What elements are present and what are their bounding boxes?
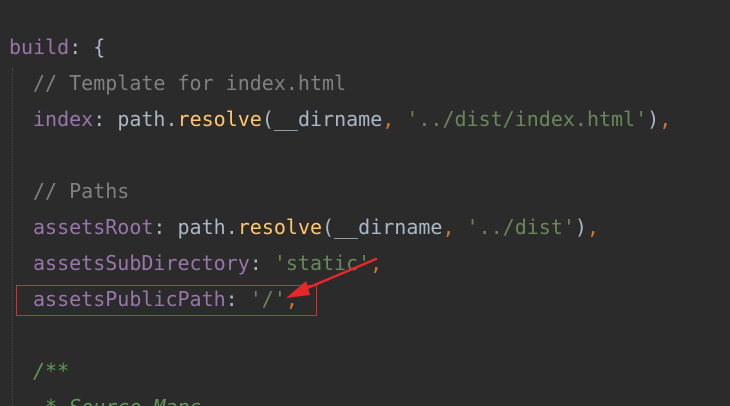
- token-build-key: build: [9, 35, 70, 59]
- token-index-key: index: [33, 107, 94, 131]
- token-close-paren: ): [574, 215, 587, 239]
- token-dot: .: [165, 107, 178, 131]
- token-comment: // Paths: [33, 179, 130, 203]
- token-index-string: '../dist/index.html': [406, 107, 648, 131]
- code-line-doc-source-maps: * Source Maps: [33, 390, 202, 406]
- token-trailing-comma: ,: [659, 107, 672, 131]
- token-doc-comment: * Source Maps: [33, 395, 202, 406]
- token-path: path: [177, 215, 226, 239]
- token-colon: :: [93, 107, 118, 131]
- red-arrow-annotation: [286, 257, 378, 298]
- code-line-comment-template: // Template for index.html: [33, 66, 346, 100]
- token-colon-brace: : {: [69, 35, 106, 59]
- highlight-box-annotation: [16, 285, 317, 316]
- token-resolve: resolve: [177, 107, 262, 131]
- indent-guide: [12, 68, 14, 406]
- code-line-comment-paths: // Paths: [33, 174, 129, 208]
- token-colon: :: [153, 215, 178, 239]
- token-close-paren: ): [647, 107, 660, 131]
- token-arg-comma: ,: [382, 107, 407, 131]
- token-resolve: resolve: [237, 215, 323, 239]
- token-open-paren: (: [322, 215, 335, 239]
- code-line-assets-root: assetsRoot: path.resolve(__dirname, '../…: [33, 210, 599, 244]
- code-line-doc-open: /**: [33, 354, 69, 388]
- token-assets-sub-key: assetsSubDirectory: [33, 251, 250, 275]
- token-colon: :: [249, 251, 274, 275]
- token-path: path: [117, 107, 166, 131]
- code-editor[interactable]: build: { // Template for index.html inde…: [0, 0, 730, 406]
- token-assets-root-key: assetsRoot: [33, 215, 154, 239]
- code-line-build: build: {: [9, 30, 105, 64]
- token-dirname: __dirname: [273, 107, 383, 131]
- code-line-index: index: path.resolve(__dirname, '../dist/…: [33, 102, 671, 136]
- token-dist-string: '../dist': [466, 215, 575, 239]
- token-comment: // Template for index.html: [33, 71, 347, 95]
- token-dirname: __dirname: [334, 215, 443, 239]
- token-dot: .: [225, 215, 238, 239]
- token-open-paren: (: [261, 107, 274, 131]
- token-trailing-comma: ,: [586, 215, 600, 239]
- token-arg-comma: ,: [442, 215, 467, 239]
- token-doc-comment: /**: [33, 359, 70, 383]
